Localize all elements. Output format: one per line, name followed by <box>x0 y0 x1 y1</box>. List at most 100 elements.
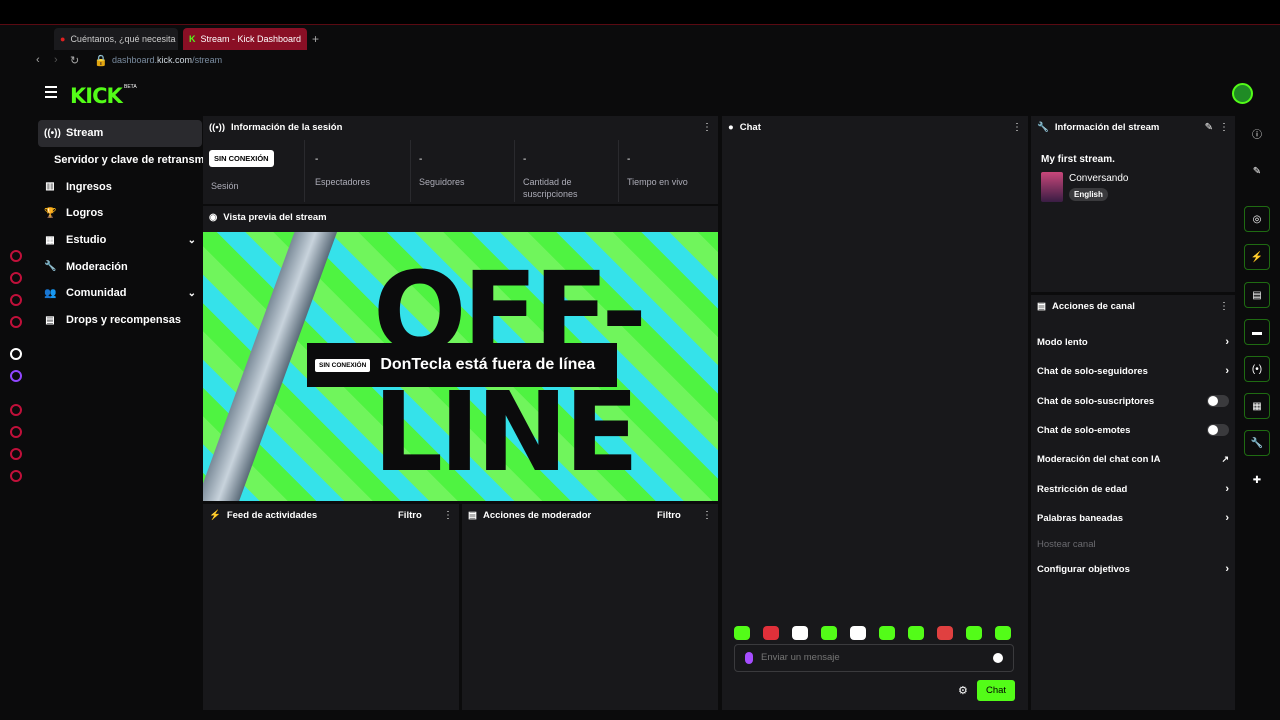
stat-value: - <box>315 154 319 165</box>
sidebar-item-server-key[interactable]: Servidor y clave de retransm <box>38 147 204 174</box>
action-banned-words[interactable]: Palabras baneadas › <box>1037 510 1229 526</box>
chevron-right-icon: › <box>1225 512 1229 524</box>
user-avatar[interactable] <box>1232 83 1253 104</box>
category-thumbnail <box>1041 172 1063 202</box>
sidebar-item-community[interactable]: 👥 Comunidad ⌄ <box>38 280 202 307</box>
studio-icon: ▦ <box>45 234 55 246</box>
action-age-restriction[interactable]: Restricción de edad › <box>1037 481 1229 497</box>
wrench-icon[interactable]: 🔧 <box>1244 430 1270 456</box>
more-options-icon[interactable]: ⋮ <box>702 510 712 521</box>
sidebar-item-label: Moderación <box>66 260 128 273</box>
sidebar-item-studio[interactable]: ▦ Estudio ⌄ <box>38 227 202 254</box>
url-domain: kick.com <box>157 55 193 65</box>
toggle-switch[interactable] <box>1207 424 1229 436</box>
camera-icon[interactable]: ◎ <box>1244 206 1270 232</box>
sidebar-app-icon[interactable] <box>10 272 22 284</box>
emote[interactable] <box>792 626 808 640</box>
microphone-icon[interactable] <box>745 652 753 664</box>
back-icon[interactable]: ‹ <box>36 54 40 66</box>
sidebar-item-label: Drops y recompensas <box>66 314 181 327</box>
action-slow-mode[interactable]: Modo lento › <box>1037 334 1229 350</box>
emote[interactable] <box>937 626 953 640</box>
forward-icon[interactable]: › <box>54 54 58 66</box>
action-label: Moderación del chat con IA <box>1037 453 1161 465</box>
toggle-switch[interactable] <box>1207 395 1229 407</box>
emote[interactable] <box>908 626 924 640</box>
edit-icon[interactable]: ✎ <box>1244 158 1270 184</box>
menu-icon[interactable] <box>45 86 57 101</box>
sidebar-item-label: Stream <box>66 127 104 140</box>
stat-session: SIN CONEXIÓN Sesión <box>203 140 305 202</box>
new-tab-icon[interactable]: + <box>312 32 319 46</box>
document-icon[interactable]: ▤ <box>1244 282 1270 308</box>
sidebar-item-label: Logros <box>66 207 104 220</box>
sidebar-item-drops[interactable]: ▤ Drops y recompensas <box>38 307 202 334</box>
mod-panel-icon[interactable]: ▦ <box>1244 393 1270 419</box>
chart-icon: ▥ <box>45 181 55 193</box>
url-text[interactable]: dashboard.kick.com/stream <box>112 55 222 65</box>
chat-bubble-icon[interactable]: ▬ <box>1244 319 1270 345</box>
action-followers-only[interactable]: Chat de solo-seguidores › <box>1037 363 1229 379</box>
emote[interactable] <box>850 626 866 640</box>
action-subscribers-only[interactable]: Chat de solo-suscriptores <box>1037 393 1229 409</box>
chat-input-box[interactable] <box>734 644 1014 672</box>
more-options-icon[interactable]: ⋮ <box>443 510 453 521</box>
sidebar-item-achievements[interactable]: 🏆 Logros <box>38 200 202 227</box>
people-icon: 👥 <box>44 287 57 299</box>
info-icon[interactable]: ⓘ <box>1244 120 1270 146</box>
more-options-icon[interactable]: ⋮ <box>1219 301 1229 312</box>
sidebar-app-icon[interactable] <box>10 404 22 416</box>
sidebar-item-label: Estudio <box>66 234 107 247</box>
emote[interactable] <box>821 626 837 640</box>
history-icon[interactable] <box>10 426 22 438</box>
more-options-icon[interactable]: ⋮ <box>1012 122 1022 133</box>
reload-icon[interactable]: ↻ <box>70 54 79 67</box>
chat-message-input[interactable] <box>761 652 981 663</box>
filter-button[interactable]: Filtro <box>398 510 422 521</box>
session-info-panel: ((•)) Información de la sesión ⋮ SIN CONE… <box>203 116 718 204</box>
stat-label: Seguidores <box>419 177 465 187</box>
kick-logo[interactable]: KICK <box>70 84 123 108</box>
more-options-icon[interactable]: ⋮ <box>702 122 712 133</box>
filter-button[interactable]: Filtro <box>657 510 681 521</box>
stream-preview[interactable]: OFF- LINE SIN CONEXIÓN DonTecla está fuer… <box>203 232 718 501</box>
emote[interactable] <box>879 626 895 640</box>
emote[interactable] <box>734 626 750 640</box>
more-options-icon[interactable]: ⋮ <box>1219 122 1229 133</box>
action-emotes-only[interactable]: Chat de solo-emotes <box>1037 422 1229 438</box>
sidebar-app-icon[interactable] <box>10 448 22 460</box>
sidebar-app-icon[interactable] <box>10 250 22 262</box>
action-ai-moderation[interactable]: Moderación del chat con IA ↗ <box>1037 451 1229 467</box>
lightning-icon[interactable]: ⚡ <box>1244 244 1270 270</box>
send-chat-button[interactable]: Chat <box>977 680 1015 701</box>
sidebar-app-icon[interactable] <box>10 316 22 328</box>
sidebar-item-stream[interactable]: ((•)) Stream <box>38 120 202 147</box>
edit-icon[interactable]: ✎ <box>1205 122 1213 133</box>
kick-favicon-icon: K <box>189 34 196 44</box>
url-prefix: dashboard. <box>112 55 158 65</box>
add-widget-icon[interactable]: ✚ <box>1244 467 1270 493</box>
chatgpt-icon[interactable] <box>10 348 22 360</box>
browser-tab-1[interactable]: ● Cuéntanos, ¿qué necesita <box>54 28 178 50</box>
mod-actions-panel: ▤ Acciones de moderador Filtro ⋮ <box>462 504 718 710</box>
emote[interactable] <box>966 626 982 640</box>
broadcast-icon[interactable]: (•) <box>1244 356 1270 382</box>
settings-icon[interactable] <box>10 470 22 482</box>
preview-panel-header: ◉ Vista previa del stream <box>203 206 718 232</box>
chat-bubble-icon: ● <box>728 122 734 133</box>
emote[interactable] <box>763 626 779 640</box>
emote[interactable] <box>995 626 1011 640</box>
address-bar[interactable]: ‹ › ↻ 🔒 dashboard.kick.com/stream <box>0 52 1280 70</box>
panel-header: ((•)) Información de la sesión <box>209 122 342 133</box>
twitch-icon[interactable] <box>10 370 22 382</box>
browser-tab-2[interactable]: K Stream - Kick Dashboard <box>183 28 307 50</box>
sidebar-item-moderation[interactable]: 🔧 Moderación <box>38 253 202 280</box>
sidebar-app-icon[interactable] <box>10 294 22 306</box>
stat-value: - <box>419 154 423 165</box>
panel-title: Acciones de canal <box>1051 301 1135 312</box>
trophy-icon: 🏆 <box>44 207 57 219</box>
sidebar-item-revenue[interactable]: ▥ Ingresos <box>38 173 202 200</box>
action-goals[interactable]: Configurar objetivos › <box>1037 561 1229 577</box>
emoji-icon[interactable] <box>993 653 1003 663</box>
gear-icon[interactable]: ⚙ <box>958 684 968 697</box>
